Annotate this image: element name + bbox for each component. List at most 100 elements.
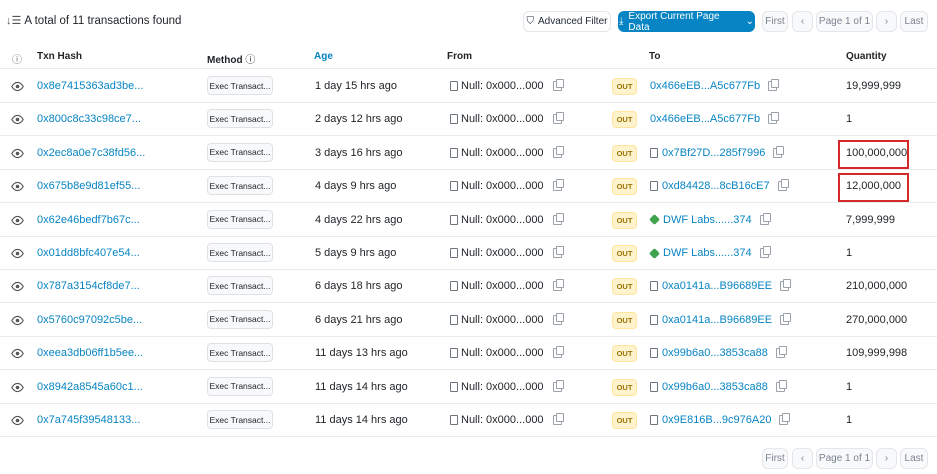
txn-hash-link[interactable]: 0x7a745f39548133... [37,414,140,426]
table-row: 0x8942a8545a60c1... Exec Transact... 11 da… [0,371,937,404]
copy-icon[interactable] [768,79,780,91]
copy-icon[interactable] [768,112,780,125]
copy-icon[interactable] [775,346,787,359]
to-address-text[interactable]: 0xa0141a...B96689EE [662,314,772,326]
txn-hash-link[interactable]: 0x675b8e9d81ef55... [37,180,140,192]
eye-icon[interactable] [11,347,24,360]
file-icon [650,181,658,192]
download-icon: ⤓ [619,16,624,27]
eye-icon[interactable] [11,80,24,93]
to-address-text[interactable]: DWF Labs......374 [663,247,752,259]
info-icon[interactable]: ⓘ [245,55,255,66]
eye-icon[interactable] [11,113,24,126]
to-address-text[interactable]: 0xd84428...8cB16cE7 [662,180,770,192]
copy-icon[interactable] [777,179,789,192]
copy-icon[interactable] [759,212,771,225]
copy-icon[interactable] [759,246,771,258]
file-icon [650,281,658,292]
quantity-value: 1 [846,247,853,259]
table-row: 0x800c8c33c98ce7... Exec Transact... 2 day… [0,103,937,137]
copy-icon[interactable] [552,413,564,425]
to-address-link[interactable]: 0xd84428...8cB16cE7 [650,179,789,192]
txn-hash-link[interactable]: 0x62e46bedf7b67c... [37,214,140,226]
pager-prev-button[interactable]: ‹ [792,448,813,469]
pager-last-button[interactable]: Last [900,11,928,32]
pager-last-button[interactable]: Last [900,448,928,469]
to-address-link[interactable]: DWF Labs......374 [649,246,771,259]
quantity-value: 1 [846,113,853,126]
txn-hash-link[interactable]: 0x800c8c33c98ce7... [37,113,141,125]
copy-icon[interactable] [552,212,564,225]
table-row: 0x62e46bedf7b67c... Exec Transact... 4 day… [0,204,937,237]
table-row: 0x787a3154cf8de7... Exec Transact... 6 day… [0,270,937,304]
from-address: Null: 0x000...000 [450,212,564,226]
to-address-text[interactable]: 0x9E816B...9c976A20 [662,414,771,426]
advanced-filter-button[interactable]: ⛉ Advanced Filter [523,11,611,32]
column-header-method: Method ⓘ [207,55,256,66]
copy-icon[interactable] [552,346,564,359]
to-address-link[interactable]: 0x9E816B...9c976A20 [650,413,791,426]
column-header-age[interactable]: Age [314,51,333,62]
copy-icon[interactable] [552,379,564,392]
to-address-link[interactable]: 0x466eEB...A5c677Fb [650,79,780,92]
txn-hash-link[interactable]: 0x8942a8545a60c1... [37,381,143,393]
to-address-text[interactable]: 0x99b6a0...3853ca88 [662,347,768,359]
copy-icon[interactable] [780,312,792,325]
txn-hash-link[interactable]: 0x8e7415363ad3be... [37,80,143,92]
copy-icon[interactable] [552,179,564,192]
eye-icon[interactable] [11,414,24,427]
help-icon[interactable]: ⓘ [12,51,22,66]
to-address-text[interactable]: 0x7Bf27D...285f7996 [662,147,765,159]
to-address-text[interactable]: 0x99b6a0...3853ca88 [662,381,768,393]
to-address-link[interactable]: 0x7Bf27D...285f7996 [650,145,785,159]
export-page-data-button[interactable]: ⤓ Export Current Page Data ⌄ [618,11,755,33]
copy-icon[interactable] [779,413,791,425]
txn-hash-link[interactable]: 0x5760c97092c5be... [37,314,142,326]
eye-icon[interactable] [11,214,24,227]
method-badge: Exec Transact... [207,376,273,396]
eye-icon[interactable] [11,280,24,293]
copy-icon[interactable] [552,79,564,91]
eye-icon[interactable] [11,314,24,327]
eye-icon[interactable] [11,180,24,193]
from-address: Null: 0x000...000 [450,246,564,259]
pager-prev-button[interactable]: ‹ [792,11,813,32]
to-address-link[interactable]: DWF Labs......374 [649,212,771,226]
copy-icon[interactable] [773,145,785,158]
from-address: Null: 0x000...000 [450,279,564,292]
pager-first-button[interactable]: First [762,11,788,32]
pager-next-button[interactable]: › [876,448,897,469]
pager-next-button[interactable]: › [876,11,897,32]
copy-icon[interactable] [552,279,564,292]
bottom-pagination: First ‹ Page 1 of 1 › Last [0,448,937,469]
eye-icon[interactable] [11,247,24,260]
dwf-labs-logo-icon [649,247,660,259]
to-address-text[interactable]: 0x466eEB...A5c677Fb [650,113,760,125]
direction-badge: OUT [612,412,637,429]
to-address-link[interactable]: 0xa0141a...B96689EE [650,312,792,326]
copy-icon[interactable] [552,312,564,325]
file-icon [450,415,458,425]
eye-icon[interactable] [11,381,24,394]
to-address-link[interactable]: 0x466eEB...A5c677Fb [650,112,780,125]
copy-icon[interactable] [780,279,792,292]
copy-icon[interactable] [552,112,564,125]
copy-icon[interactable] [552,246,564,258]
to-address-link[interactable]: 0x99b6a0...3853ca88 [650,379,787,393]
eye-icon[interactable] [11,147,24,160]
copy-icon[interactable] [552,145,564,158]
age-text: 2 days 12 hrs ago [315,113,403,126]
to-address-text[interactable]: DWF Labs......374 [663,214,752,226]
pager-first-button[interactable]: First [762,448,788,469]
txn-hash-link[interactable]: 0x01dd8bfc407e54... [37,247,140,259]
txn-hash-link[interactable]: 0x2ec8a0e7c38fd56... [37,147,145,159]
quantity-highlight-box [838,173,909,203]
txn-hash-link[interactable]: 0x787a3154cf8de7... [37,280,140,292]
copy-icon[interactable] [775,379,787,392]
table-row: 0x01dd8bfc407e54... Exec Transact... 5 day… [0,237,937,270]
txn-hash-link[interactable]: 0xeea3db06ff1b5ee... [37,347,143,359]
to-address-link[interactable]: 0xa0141a...B96689EE [650,279,792,292]
to-address-link[interactable]: 0x99b6a0...3853ca88 [650,346,787,359]
to-address-text[interactable]: 0xa0141a...B96689EE [662,280,772,292]
to-address-text[interactable]: 0x466eEB...A5c677Fb [650,80,760,92]
